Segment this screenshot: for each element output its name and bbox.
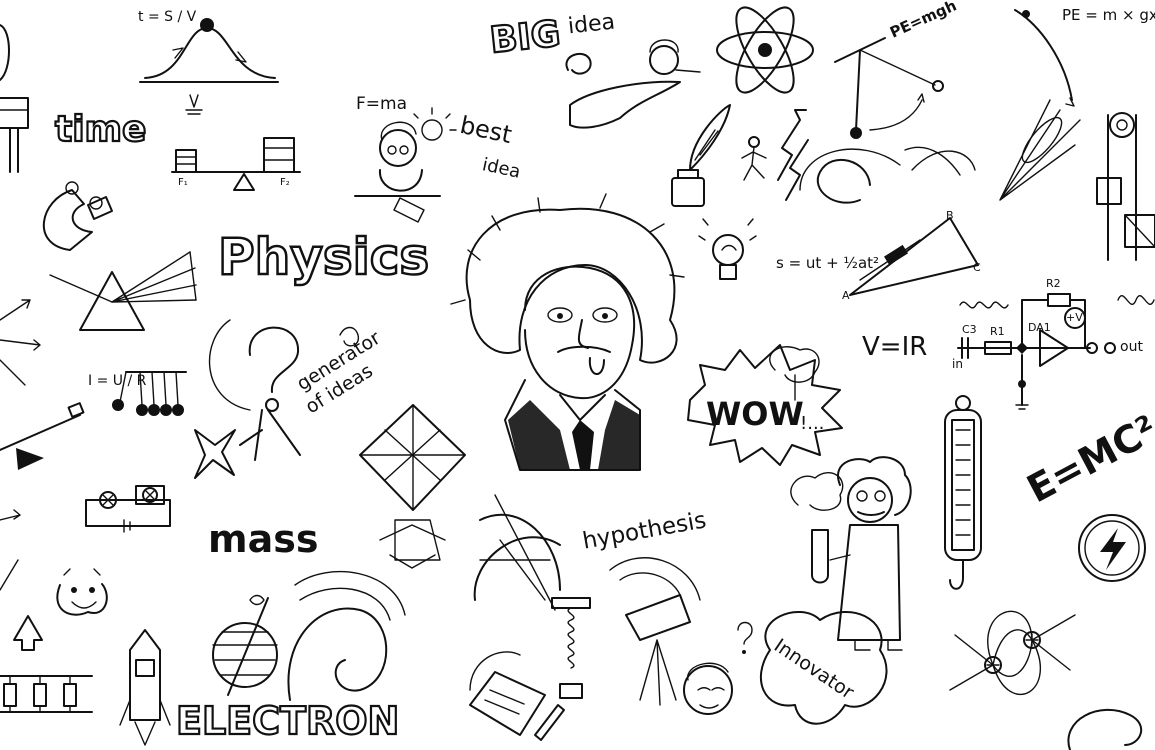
circuit-r2-label: R2 [1046, 277, 1061, 290]
atom-drawing [716, 6, 814, 94]
sparkle-star-drawing [194, 429, 236, 479]
einstein-portrait-drawing [450, 193, 685, 471]
lightbulb-drawing [698, 218, 757, 280]
circuit-in-label: in [952, 357, 963, 371]
quill-inkwell-drawing [671, 104, 731, 207]
pe-formula-label: PE = m × gx [1062, 6, 1155, 24]
pulley-machine-drawing [1096, 112, 1155, 261]
wow-dots: !... [800, 413, 825, 434]
ohm-law-label: I = U / R [88, 373, 147, 389]
physics-doodle-canvas: t = S / V time F=ma best idea BIG idea P… [0, 0, 1155, 750]
crystal-octahedron-drawing [359, 404, 466, 569]
bell-curve-drawing [139, 18, 279, 83]
vertex-c-label: C [973, 261, 981, 274]
lever-balance-drawing [171, 94, 301, 191]
swirl-bottom-right-drawing [1067, 709, 1143, 750]
lamp-circuit-drawing [85, 485, 171, 533]
telescope-drawing [609, 557, 701, 706]
word-mass: mass [208, 517, 319, 561]
spiral-wave-drawing [799, 146, 976, 204]
runner-zigzag-drawing [741, 109, 809, 201]
dipole-field-drawing [949, 610, 1076, 696]
word-wow: WOW [706, 395, 804, 433]
scientist-with-flask-drawing [790, 456, 912, 651]
big-idea-label: idea [566, 9, 617, 40]
big-label: BIG [487, 12, 563, 62]
pondering-head-drawing [683, 621, 753, 715]
vertex-a-label: A [842, 289, 850, 302]
word-time: time [54, 109, 148, 150]
papers-pen-drawing [469, 651, 565, 741]
vector-arrows-drawing [0, 299, 43, 651]
flying-dreamer-drawing [565, 39, 701, 129]
spring-coil-drawing [551, 597, 591, 699]
wave-swirl-drawing [287, 570, 406, 701]
magnet-drawing [42, 181, 113, 251]
vertex-b-label: B [946, 209, 954, 222]
inclined-plane-drawing [0, 402, 85, 470]
prism-drawing [49, 251, 197, 331]
radar-arc-drawing [473, 494, 561, 611]
word-physics: Physics [217, 228, 431, 286]
kinematics-label: s = ut + ½at² [776, 254, 880, 272]
rocket-drawing [119, 629, 171, 746]
spring-scale-drawing [944, 395, 982, 590]
circuit-c3-label: C3 [962, 323, 977, 336]
converging-rays-drawing [999, 99, 1081, 201]
f-ma-label: F=ma [356, 94, 407, 114]
word-electron: ELECTRON [175, 699, 401, 743]
circuit-da1-label: DA1 [1028, 321, 1051, 334]
v-ir-label: V=IR [862, 332, 928, 362]
smiley-face-drawing [56, 568, 108, 616]
doodle-lineart [0, 6, 1155, 750]
globe-drawing [212, 594, 278, 696]
projectile-arc-drawing [1014, 9, 1075, 107]
force-f2-label: F₂ [280, 177, 290, 188]
time-formula-label: t = S / V [138, 9, 197, 25]
force-f1-label: F₁ [178, 177, 188, 188]
circuit-out-label: out [1120, 339, 1143, 355]
circuit-r1-label: R1 [990, 325, 1005, 338]
student-reading-drawing [354, 107, 457, 223]
lab-stand-drawing [0, 24, 29, 173]
pendulum-drawing [834, 37, 944, 139]
resistor-network-drawing [0, 675, 93, 713]
circuit-plus-v-label: +V [1066, 311, 1083, 324]
lightning-button-drawing [1078, 514, 1146, 582]
